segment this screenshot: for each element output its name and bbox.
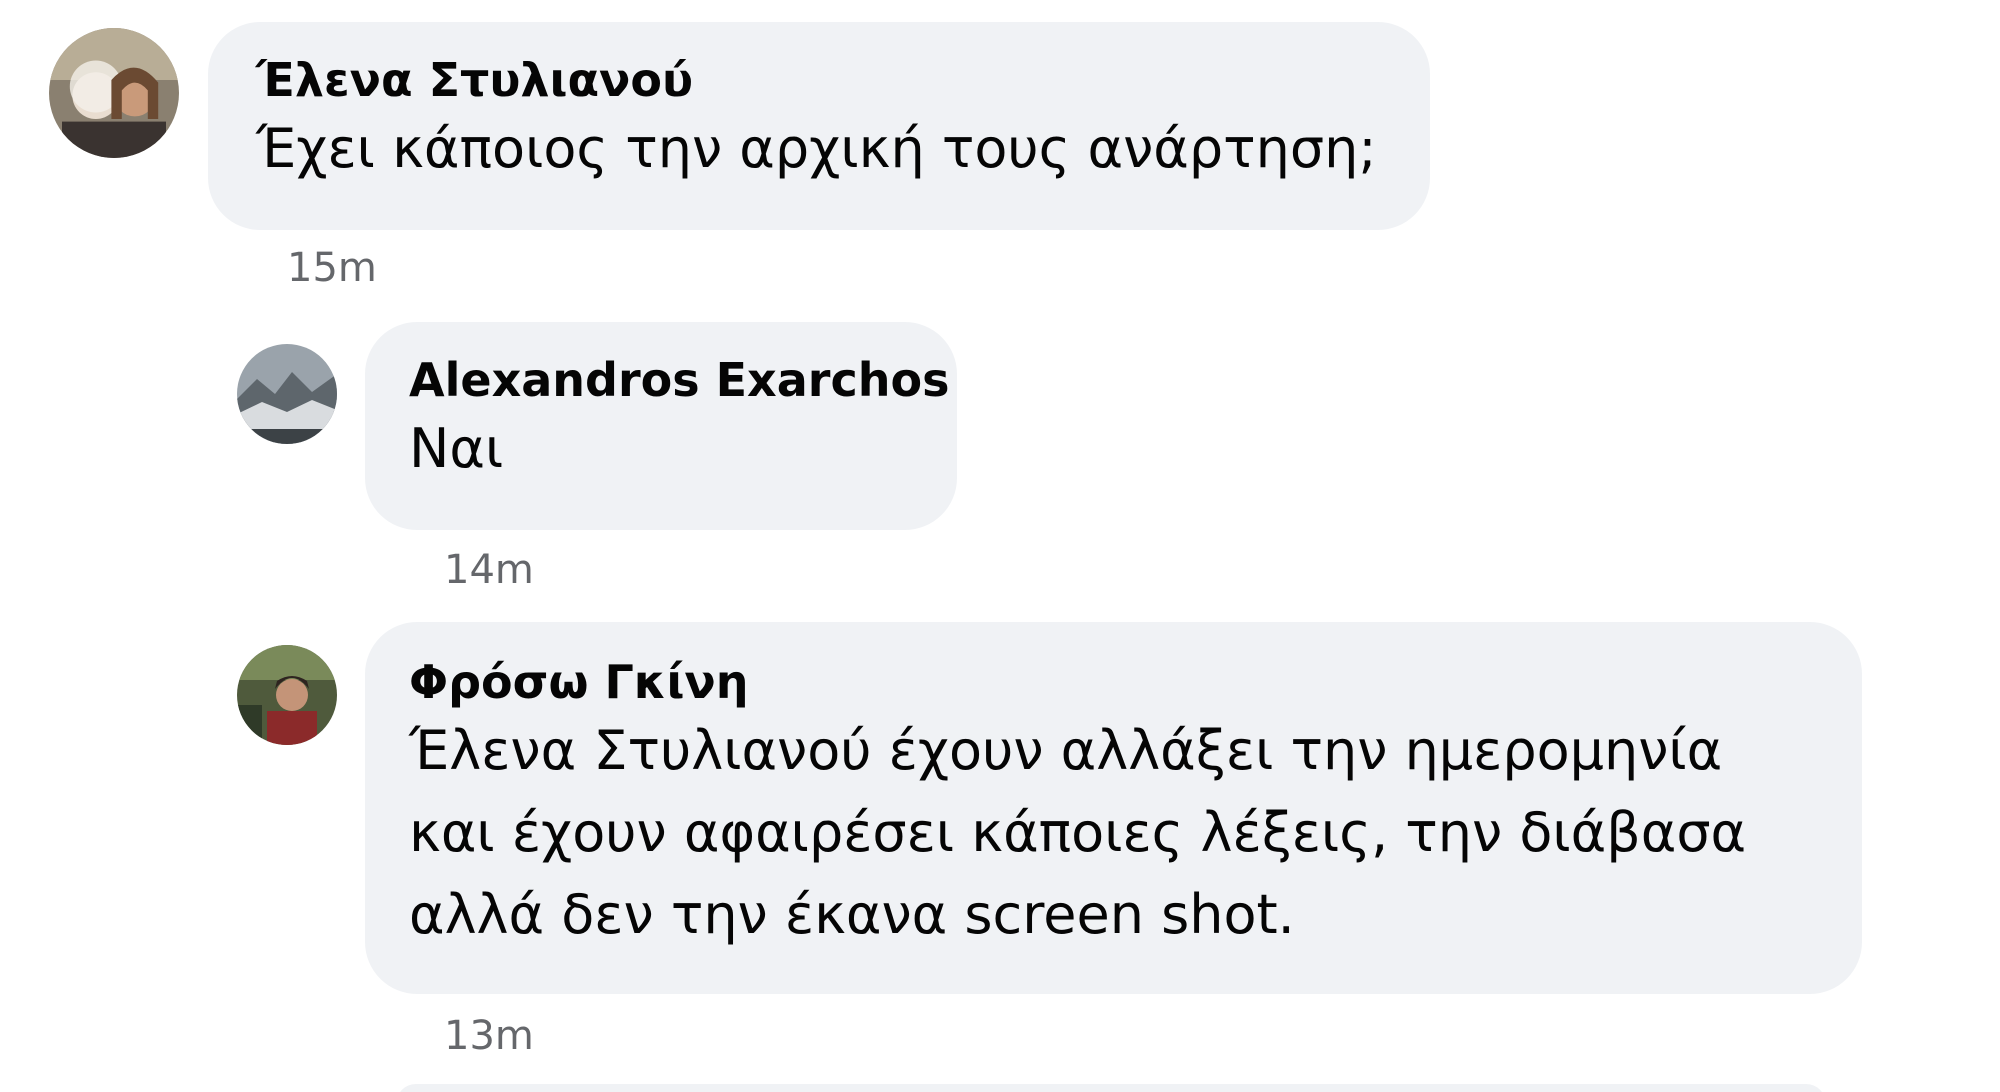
avatar[interactable] xyxy=(49,28,179,158)
timestamp[interactable]: 15m xyxy=(287,244,377,292)
author-name[interactable]: Alexandros Exarchos xyxy=(409,352,957,408)
comment-text-line: Έλενα Στυλιανού έχουν αλλάξει την ημερομ… xyxy=(409,719,1723,782)
author-name[interactable]: Έλενα Στυλιανού xyxy=(256,52,1430,108)
avatar-photo-icon xyxy=(237,645,337,745)
comment-text-line: και έχουν αφαιρέσει κάποιες λέξεις, την … xyxy=(409,801,1747,864)
author-name[interactable]: Φρόσω Γκίνη xyxy=(409,654,1862,710)
comment-bubble: Φρόσω Γκίνη Έλενα Στυλιανού έχουν αλλάξε… xyxy=(365,622,1862,994)
comment-bubble-partial xyxy=(396,1084,1826,1092)
avatar-photo-icon xyxy=(237,344,337,444)
comment-text: Ναι xyxy=(409,417,504,480)
comment-text: Έχει κάποιος την αρχική τους ανάρτηση; xyxy=(256,117,1377,180)
comment-bubble: Έλενα Στυλιανού Έχει κάποιος την αρχική … xyxy=(208,22,1430,230)
avatar[interactable] xyxy=(237,344,337,444)
comment-thread: Έλενα Στυλιανού Έχει κάποιος την αρχική … xyxy=(0,0,2000,1092)
avatar-photo-icon xyxy=(49,28,179,158)
comment-bubble: Alexandros Exarchos Ναι xyxy=(365,322,957,530)
comment-text-line: αλλά δεν την έκανα screen shot. xyxy=(409,883,1295,946)
timestamp[interactable]: 14m xyxy=(444,546,534,594)
timestamp[interactable]: 13m xyxy=(444,1012,534,1060)
avatar[interactable] xyxy=(237,645,337,745)
